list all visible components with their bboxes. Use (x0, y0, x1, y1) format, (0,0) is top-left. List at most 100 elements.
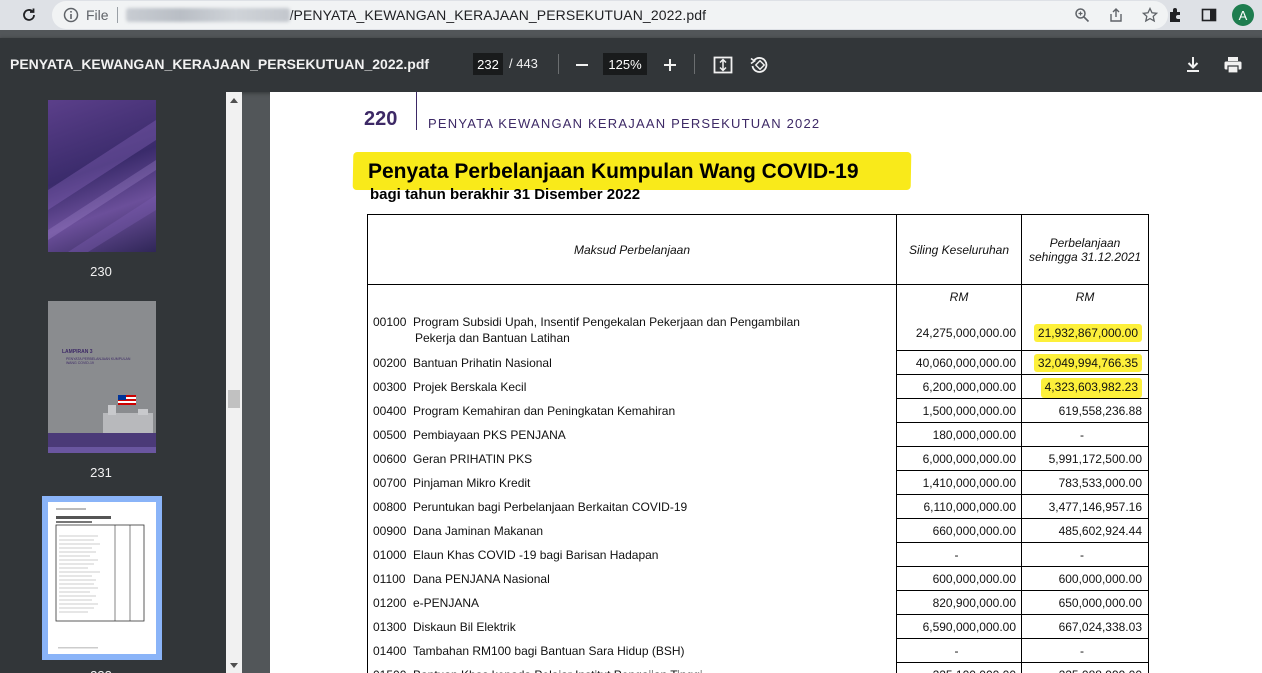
reload-icon[interactable] (14, 0, 44, 30)
row-code: 01200 (373, 595, 407, 610)
perbelanjaan-value: 225,088,999.00 (1059, 668, 1142, 673)
row-description-cell: 01500Bantuan Khas kepada Pelajar Institu… (367, 662, 897, 673)
zoom-level-input[interactable]: 125% (603, 53, 647, 75)
perbelanjaan-value: - (1080, 427, 1084, 442)
scroll-down-icon[interactable] (229, 662, 239, 670)
toolbar-divider (558, 54, 559, 74)
table-row: 00400 Program Kemahiran dan Peningkatan K… (367, 398, 1149, 423)
print-icon[interactable] (1220, 52, 1246, 78)
table-row: 01200 e-PENJANA 820,900,000.00 650,000,000.… (367, 590, 1149, 615)
sidebar-scroll-thumb[interactable] (228, 390, 240, 408)
row-perbelanjaan: - (1021, 422, 1149, 447)
row-code: 01100 (373, 571, 406, 586)
row-description-cell: 00500 Pembiayaan PKS PENJANA (367, 422, 897, 447)
table-row: 01500Bantuan Khas kepada Pelajar Institu… (367, 662, 1149, 673)
table-row: 01400 Tambahan RM100 bagi Bantuan Sara Hi… (367, 638, 1149, 663)
browser-bar: File /PENYATA_KEWANGAN_KERAJAAN_PERSEKUT… (0, 0, 1262, 30)
row-siling: 1,410,000,000.00 (896, 470, 1022, 495)
siling-value: 40,060,000,000.00 (915, 355, 1016, 370)
side-panel-icon[interactable] (1198, 4, 1220, 26)
thumbnail-page-231[interactable]: LAMPIRAN 3 PENYATA PERBELANJAAN KUMPULAN… (48, 301, 156, 453)
siling-value: 6,590,000,000.00 (922, 619, 1016, 634)
row-siling: 6,000,000,000.00 (896, 446, 1022, 471)
url-path-redacted (125, 8, 290, 22)
row-description: Pembiayaan PKS PENJANA (413, 427, 566, 442)
download-icon[interactable] (1180, 52, 1206, 78)
row-description: Geran PRIHATIN PKS (413, 451, 533, 466)
table-row: 00500 Pembiayaan PKS PENJANA 180,000,000.0… (367, 422, 1149, 447)
row-perbelanjaan: 485,602,924.44 (1021, 518, 1149, 543)
address-bar[interactable]: File /PENYATA_KEWANGAN_KERAJAAN_PERSEKUT… (52, 1, 1168, 29)
zoom-icon[interactable] (1072, 5, 1092, 25)
perbelanjaan-value: 667,024,338.03 (1058, 619, 1142, 634)
siling-value: 6,200,000,000.00 (922, 379, 1016, 394)
row-siling: 24,275,000,000.00 (896, 308, 1022, 351)
table-header-row: Maksud Perbelanjaan Siling Keseluruhan P… (367, 214, 1149, 285)
extensions-icon[interactable] (1164, 4, 1186, 26)
row-description: Bantuan Prihatin Nasional (413, 355, 552, 370)
row-description: Tambahan RM100 bagi Bantuan Sara Hidup (… (413, 643, 685, 658)
table-row: 00300 Projek Berskala Kecil 6,200,000,000.… (367, 374, 1149, 399)
row-code: 00900 (373, 523, 407, 538)
fit-page-icon[interactable] (710, 52, 736, 78)
row-description-cell: 01300 Diskaun Bil Elektrik (367, 614, 897, 639)
row-perbelanjaan: 225,088,999.00 (1021, 662, 1149, 673)
row-description-cell: 00700 Pinjaman Mikro Kredit (367, 470, 897, 495)
row-siling: 6,200,000,000.00 (896, 374, 1022, 399)
page-number-input[interactable]: 232 (473, 53, 503, 75)
thumbnail-page-230[interactable] (48, 100, 156, 252)
sidebar-scrollbar[interactable] (226, 92, 242, 673)
row-description: e-PENJANA (413, 595, 480, 610)
row-description-cell: 00400 Program Kemahiran dan Peningkatan K… (367, 398, 897, 423)
row-code: 00700 (373, 475, 407, 490)
row-description-continued: Pekerja dan Bantuan Latihan (415, 330, 570, 345)
siling-value: 600,000,000.00 (932, 571, 1016, 586)
bookmark-star-icon[interactable] (1140, 5, 1160, 25)
url-text: /PENYATA_KEWANGAN_KERAJAAN_PERSEKUTUAN_2… (289, 7, 707, 23)
zoom-in-button[interactable] (657, 52, 683, 78)
info-icon[interactable] (62, 6, 80, 24)
row-siling: - (896, 638, 1022, 663)
profile-avatar[interactable]: A (1232, 4, 1254, 26)
page-total: / 443 (509, 56, 538, 71)
share-icon[interactable] (1106, 5, 1126, 25)
unit-perbelanjaan: RM (1021, 284, 1149, 309)
siling-value: 6,110,000,000.00 (923, 499, 1016, 514)
rotate-icon[interactable] (746, 52, 772, 78)
scroll-up-icon[interactable] (229, 96, 239, 104)
row-perbelanjaan: 32,049,994,766.35 (1021, 350, 1149, 375)
row-description-cell: 01200 e-PENJANA (367, 590, 897, 615)
building-illustration (48, 395, 156, 453)
row-perbelanjaan: - (1021, 542, 1149, 567)
row-description: Diskaun Bil Elektrik (413, 619, 516, 634)
perbelanjaan-value: 485,602,924.44 (1058, 523, 1142, 538)
units-row: RM RM (367, 284, 1149, 309)
siling-value: 1,500,000,000.00 (922, 403, 1016, 418)
row-siling: 40,060,000,000.00 (896, 350, 1022, 375)
url-scheme: File (86, 7, 109, 23)
running-head: PENYATA KEWANGAN KERAJAAN PERSEKUTUAN 20… (428, 116, 821, 131)
row-perbelanjaan: 619,558,236.88 (1021, 398, 1149, 423)
row-description: Program Kemahiran dan Peningkatan Kemahi… (413, 403, 676, 418)
toolbar-divider (694, 54, 695, 74)
row-code: 00300 (373, 379, 407, 394)
row-description-cell: 00300 Projek Berskala Kecil (367, 374, 897, 399)
zoom-out-button[interactable] (569, 52, 595, 78)
row-code: 00500 (373, 427, 407, 442)
perbelanjaan-value: 32,049,994,766.35 (1033, 353, 1142, 372)
row-siling: 660,000,000.00 (896, 518, 1022, 543)
document-subtitle: bagi tahun berakhir 31 Disember 2022 (370, 186, 641, 203)
row-description-cell: 00600 Geran PRIHATIN PKS (367, 446, 897, 471)
row-description-cell: 01400 Tambahan RM100 bagi Bantuan Sara Hi… (367, 638, 897, 663)
thumbnail-page-232[interactable] (48, 502, 156, 654)
siling-value: 24,275,000,000.00 (915, 326, 1016, 341)
perbelanjaan-value: 4,323,603,982.23 (1040, 377, 1142, 398)
table-row: 00600 Geran PRIHATIN PKS 6,000,000,000.00 5… (367, 446, 1149, 471)
page-miniature (55, 508, 145, 649)
row-code: 00400 (373, 403, 407, 418)
row-description-cell: 00900 Dana Jaminan Makanan (367, 518, 897, 543)
row-siling: - (896, 542, 1022, 567)
row-description: Elaun Khas COVID -19 bagi Barisan Hadapa… (413, 547, 659, 562)
row-description: Bantuan Khas kepada Pelajar Institut Pen… (413, 668, 703, 673)
table-row: 00100 Program Subsidi Upah, Insentif Peng… (367, 308, 1149, 351)
